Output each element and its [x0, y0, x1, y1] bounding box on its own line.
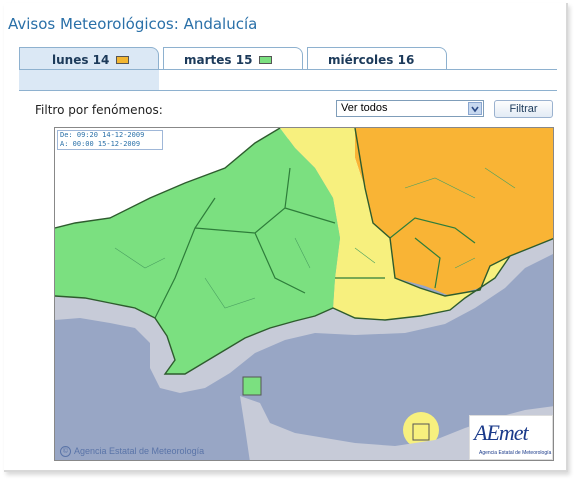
copyright-text: Agencia Estatal de Meteorología: [74, 446, 205, 456]
tab-content-band: [19, 69, 557, 91]
copyright-notice: © Agencia Estatal de Meteorología: [60, 446, 205, 458]
tab-martes-label: martes 15: [184, 53, 253, 67]
tab-martes[interactable]: martes 15: [163, 47, 303, 69]
melilla-marker: [412, 423, 430, 441]
warning-swatch-green: [259, 56, 272, 64]
filter-label: Filtro por fenómenos:: [35, 103, 163, 117]
validity-period: De: 09:20 14-12-2009 A: 00:00 15-12-2009: [57, 130, 163, 150]
warning-swatch-yellow: [116, 56, 129, 64]
tab-lunes-label: lunes 14: [52, 53, 110, 67]
ceuta-marker: [242, 376, 262, 396]
tab-miercoles[interactable]: miércoles 16: [307, 47, 447, 69]
valid-from: De: 09:20 14-12-2009: [60, 131, 145, 139]
copyright-icon: ©: [60, 446, 71, 458]
phenomena-select-value: Ver todos: [341, 102, 388, 114]
tab-lunes[interactable]: lunes 14: [19, 47, 159, 69]
phenomena-select[interactable]: Ver todos: [336, 100, 484, 117]
page-title: Avisos Meteorológicos: Andalucía: [8, 15, 258, 33]
valid-to: A: 00:00 15-12-2009: [60, 140, 141, 148]
aemet-logo-text: AEmet: [474, 420, 529, 445]
active-tab-band: [19, 70, 159, 90]
aemet-logo: AEmet Agencia Estatal de Meteorología: [469, 415, 553, 460]
filter-button[interactable]: Filtrar: [494, 100, 553, 118]
andalucia-map-graphic: [55, 128, 553, 460]
warnings-map[interactable]: De: 09:20 14-12-2009 A: 00:00 15-12-2009…: [54, 127, 554, 461]
chevron-down-icon[interactable]: [468, 102, 482, 115]
tab-miercoles-label: miércoles 16: [328, 53, 415, 67]
day-tabs: lunes 14 martes 15 miércoles 16: [19, 47, 559, 69]
aemet-logo-subtitle: Agencia Estatal de Meteorología: [479, 450, 552, 456]
